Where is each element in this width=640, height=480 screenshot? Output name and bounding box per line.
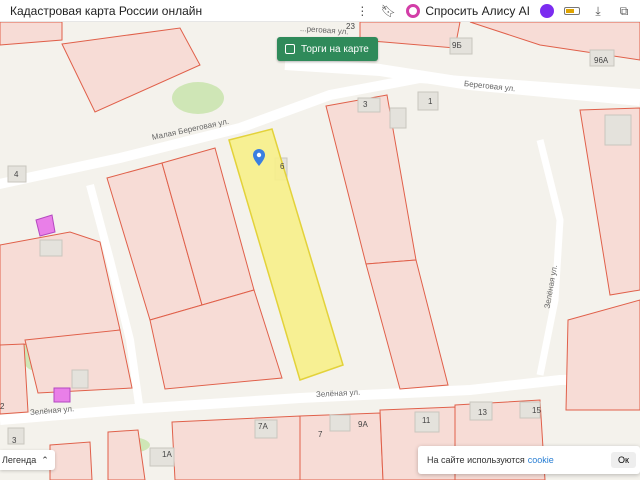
- house-number: 6: [280, 162, 285, 171]
- house-number: 1: [428, 97, 433, 106]
- house-number: 4: [14, 170, 19, 179]
- map-canvas[interactable]: [0, 22, 640, 480]
- tabs-icon[interactable]: ⧉: [616, 0, 632, 22]
- house-number: 3: [12, 436, 17, 445]
- battery-icon: [564, 7, 580, 15]
- browser-topbar: Кадастровая карта России онлайн ⋮ 🔖︎ Спр…: [0, 0, 640, 22]
- house-number: 13: [478, 408, 487, 417]
- torgi-on-map-button[interactable]: Торги на карте: [277, 37, 378, 61]
- legend-label: Легенда: [2, 455, 37, 465]
- alice-icon: [406, 4, 421, 18]
- assistant-icon[interactable]: [540, 4, 554, 18]
- ask-alice-button[interactable]: Спросить Алису AI: [406, 4, 530, 18]
- ask-alice-label: Спросить Алису AI: [425, 4, 530, 18]
- house-number: 9А: [358, 420, 368, 429]
- house-number: 11: [422, 416, 431, 425]
- house-number: 96А: [594, 56, 609, 65]
- cookie-text: На сайте используются cookie: [427, 455, 554, 465]
- torgi-label: Торги на карте: [301, 43, 369, 55]
- download-icon[interactable]: ⤓: [590, 0, 606, 22]
- cookie-link[interactable]: cookie: [528, 455, 554, 465]
- bookmark-icon[interactable]: 🔖︎: [380, 0, 396, 22]
- house-number: 3: [363, 100, 368, 109]
- topbar-icons: ⋮ 🔖︎ Спросить Алису AI ⤓ ⧉: [354, 0, 632, 22]
- house-number: 7: [318, 430, 323, 439]
- house-number: 9Б: [452, 41, 462, 50]
- house-number: 7А: [258, 422, 268, 431]
- house-number: 15: [532, 406, 541, 415]
- cadastral-map[interactable]: Малая Береговая ул. Береговая ул. ...рег…: [0, 22, 640, 480]
- cookie-ok-button[interactable]: Ок: [611, 452, 636, 468]
- cookie-banner: На сайте используются cookie Ок: [418, 446, 640, 474]
- house-number: 23: [346, 22, 355, 31]
- cookie-message: На сайте используются: [427, 455, 525, 465]
- house-number: 2: [0, 402, 5, 411]
- checkbox-icon: [285, 44, 295, 54]
- house-number: 1А: [162, 450, 172, 459]
- menu-icon[interactable]: ⋮: [354, 0, 370, 22]
- legend-button[interactable]: Легенда ⌃: [0, 450, 55, 470]
- chevron-up-icon: ⌃: [41, 454, 49, 465]
- page-title: Кадастровая карта России онлайн: [10, 3, 203, 18]
